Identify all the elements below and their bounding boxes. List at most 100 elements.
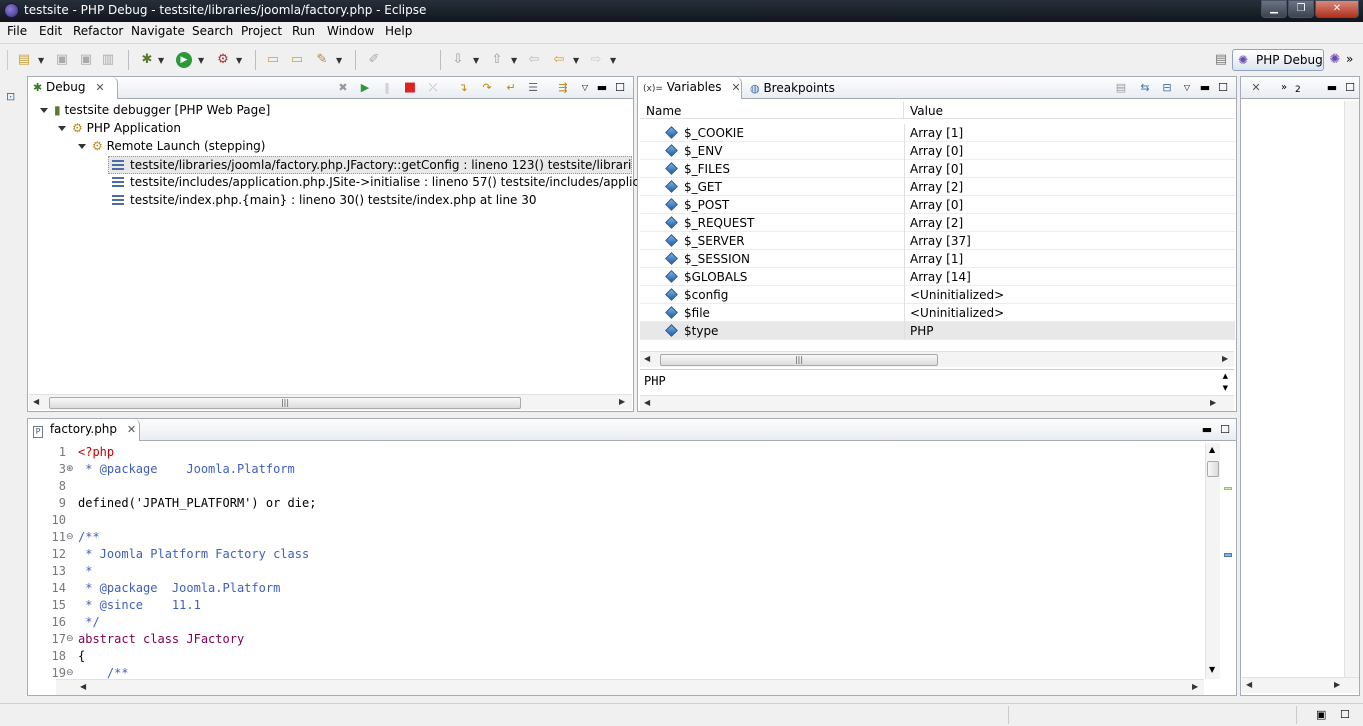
tree-item-application[interactable]: ⚙ PHP Application [58,121,181,135]
fold-expand-icon[interactable]: ⊕ [66,461,74,478]
scroll-right-icon[interactable]: ▶ [1210,398,1216,407]
scroll-left-icon[interactable]: ◀ [33,397,39,406]
perspective-php-debug[interactable]: ✺ PHP Debug [1232,49,1324,71]
menu-help[interactable]: Help [385,24,412,38]
pen-icon[interactable]: ✐ [366,52,382,68]
code-line[interactable]: */ [78,614,99,631]
collapse-all-icon[interactable]: ⊟ [1160,81,1174,95]
scroll-thumb[interactable]: ||| [49,397,521,409]
scroll-up-icon[interactable]: ▲ [1223,372,1228,380]
scroll-down-icon[interactable]: ▼ [1209,665,1215,674]
fold-collapse-icon[interactable]: ⊖ [66,631,74,648]
close-tab-icon[interactable]: ✕ [1249,81,1263,95]
prev-annotation-dropdown-icon[interactable]: ▼ [511,56,517,65]
tab-factory-php[interactable]: P factory.php ✕ [28,419,140,441]
code-line[interactable]: * Joomla Platform Factory class [78,546,309,563]
code-line[interactable]: /** [78,529,100,546]
code-line[interactable]: { [78,648,85,665]
expand-arrow-icon[interactable] [58,126,66,131]
stack-frame-selected[interactable]: testsite/libraries/joomla/factory.php.JF… [108,156,632,174]
menu-refactor[interactable]: Refactor [73,24,123,38]
close-tab-icon[interactable]: ✕ [731,81,740,94]
next-annotation-icon[interactable]: ⇩ [450,52,466,68]
minimize-button[interactable]: ▁ [1261,0,1287,18]
step-into-icon[interactable]: ↴ [456,81,470,95]
suspend-icon[interactable]: ‖ [380,81,394,95]
new-dropdown-icon[interactable]: ▼ [38,56,44,65]
prev-annotation-icon[interactable]: ⇧ [489,52,505,68]
minimize-view-icon[interactable]: ▬ [595,81,609,95]
scroll-right-icon[interactable]: ▶ [1334,680,1340,689]
menu-file[interactable]: File [7,24,27,38]
php-tools-dropdown-icon[interactable]: ▼ [336,56,342,65]
forward-dropdown-icon[interactable]: ▼ [610,56,616,65]
view-menu-icon[interactable]: ▽ [1180,81,1194,95]
debug-dropdown-icon[interactable]: ▼ [158,56,164,65]
column-header-name[interactable]: Name [640,101,904,119]
variable-row[interactable]: $_SESSION Array [1] [640,250,1235,268]
maximize-view-icon[interactable]: ☐ [1216,81,1230,95]
menu-edit[interactable]: Edit [39,24,62,38]
code-line[interactable]: * @package Joomla.Platform [78,461,295,478]
maximize-button[interactable]: ❐ [1288,0,1314,18]
variable-row[interactable]: $_ENV Array [0] [640,142,1235,160]
overview-marker[interactable] [1224,487,1232,490]
maximize-view-icon[interactable]: ☐ [1218,423,1232,437]
tab-debug[interactable]: ✱ Debug ✕ [28,77,118,99]
menu-search[interactable]: Search [192,24,233,38]
variable-row[interactable]: $_SERVER Array [37] [640,232,1235,250]
view-overflow-icon[interactable]: » [1277,81,1291,95]
scroll-thumb[interactable] [1207,461,1219,477]
variable-row[interactable]: $file <Uninitialized> [640,304,1235,322]
new-icon[interactable]: ▤ [16,52,32,68]
menu-window[interactable]: Window [327,24,374,38]
menu-run[interactable]: Run [292,24,315,38]
scroll-thumb[interactable]: ||| [660,354,938,366]
save-icon[interactable]: ▣ [54,52,70,68]
variables-horizontal-scrollbar[interactable]: ◀ ||| ▶ [640,351,1234,367]
use-step-filters-icon[interactable]: ⇶ [556,81,570,95]
expand-arrow-icon[interactable] [78,144,86,149]
code-line[interactable]: * [78,563,92,580]
php-perspective-icon[interactable]: ✺ [1327,52,1343,68]
variable-row[interactable]: $_POST Array [0] [640,196,1235,214]
open-project-icon[interactable]: ▭ [289,52,305,68]
menu-project[interactable]: Project [241,24,282,38]
step-over-icon[interactable]: ↷ [480,81,494,95]
forward-icon[interactable]: ⇨ [588,52,604,68]
scroll-down-icon[interactable]: ▼ [1223,384,1228,392]
show-logical-structure-icon[interactable]: ⇆ [1138,81,1152,95]
scroll-up-icon[interactable]: ▲ [1209,445,1215,454]
scroll-right-icon[interactable]: ▶ [619,397,625,406]
column-header-value[interactable]: Value [904,101,1235,119]
open-folder-icon[interactable]: ▭ [265,52,281,68]
debug-icon[interactable]: ✱ [139,52,155,68]
editor-horizontal-scrollbar[interactable]: ◀ ▶ [56,679,1204,695]
trim-maximize-icon[interactable]: ☐ [1340,708,1350,721]
tab-breakpoints[interactable]: ◍ Breakpoints [750,81,835,95]
close-tab-icon[interactable]: ✕ [95,81,104,94]
next-annotation-dropdown-icon[interactable]: ▼ [473,56,479,65]
scroll-left-icon[interactable]: ◀ [1246,680,1252,689]
horizontal-scrollbar[interactable]: ◀ ▶ [1242,677,1359,693]
detail-horizontal-scrollbar[interactable]: ◀ ▶ [640,395,1234,411]
tab-variables[interactable]: (x)= Variables ✕ [638,77,742,99]
terminate-icon[interactable]: ■ [403,81,417,95]
last-edit-icon[interactable]: ⇦ [526,52,542,68]
scroll-right-icon[interactable]: ▶ [1222,354,1228,363]
code-line[interactable]: abstract class JFactory [78,631,244,648]
perspective-overflow[interactable]: » [1346,52,1353,66]
remove-terminated-icon[interactable]: ✖ [336,81,350,95]
menu-navigate[interactable]: Navigate [131,24,185,38]
scroll-left-icon[interactable]: ◀ [644,398,650,407]
code-line[interactable]: defined('JPATH_PLATFORM') or die; [78,495,316,512]
show-type-names-icon[interactable]: ▤ [1114,81,1128,95]
run-icon[interactable]: ▶ [176,52,192,68]
variable-row[interactable]: $GLOBALS Array [14] [640,268,1235,286]
vertical-scrollbar[interactable] [1344,101,1359,677]
scroll-right-icon[interactable]: ▶ [1192,682,1198,691]
code-line[interactable]: * @package Joomla.Platform [78,580,280,597]
print-icon[interactable]: ▥ [100,52,116,68]
run-dropdown-icon[interactable]: ▼ [198,56,204,65]
maximize-view-icon[interactable]: ☐ [613,81,627,95]
